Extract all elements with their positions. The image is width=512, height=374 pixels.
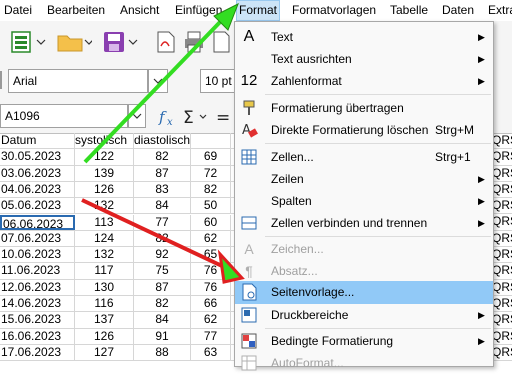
annotation-arrows <box>81 2 245 284</box>
red-arrow-line <box>81 198 223 268</box>
red-arrowhead-icon <box>217 249 245 284</box>
green-arrow-line <box>83 18 224 164</box>
